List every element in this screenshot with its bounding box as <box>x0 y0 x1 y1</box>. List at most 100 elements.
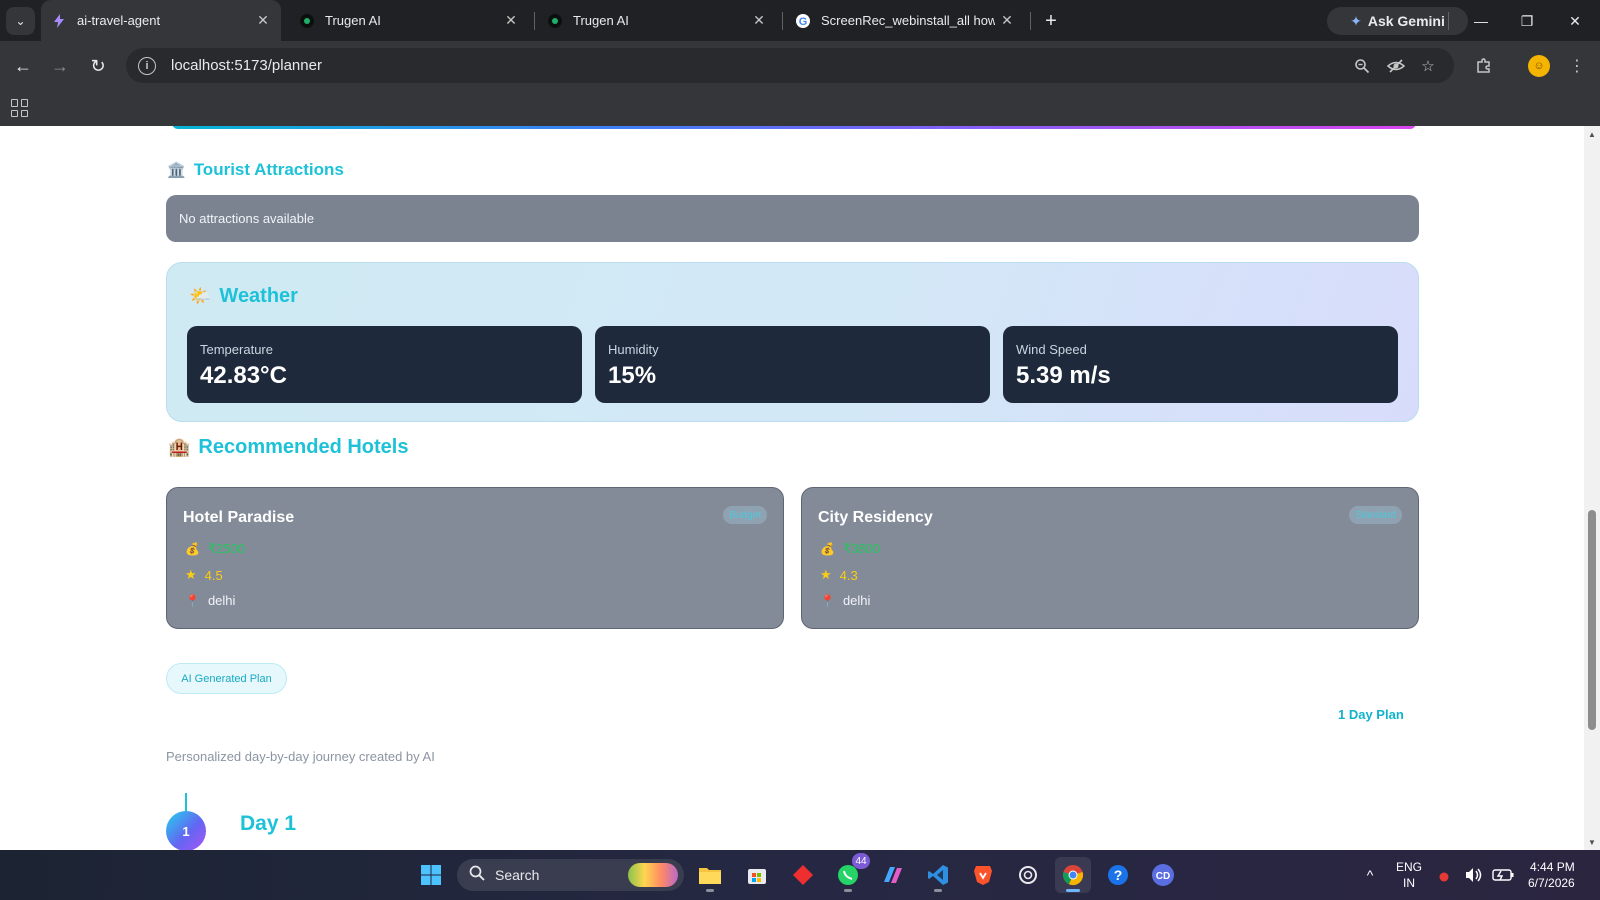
attractions-empty-box: No attractions available <box>166 195 1419 242</box>
profile-avatar[interactable]: ☺ <box>1528 55 1550 77</box>
tab-separator <box>534 12 535 30</box>
scroll-up-arrow-icon[interactable]: ▲ <box>1587 129 1597 139</box>
close-tab-icon[interactable]: ✕ <box>995 12 1019 29</box>
trugen-icon <box>547 13 563 29</box>
apps-grid-icon[interactable] <box>11 99 29 117</box>
hotel-rating: 4.3 <box>839 567 858 583</box>
temperature-value: 42.83°C <box>200 362 287 389</box>
museum-icon: 🏛️ <box>167 162 186 179</box>
star-icon: ★ <box>820 567 832 582</box>
chatgpt-icon[interactable] <box>1010 857 1046 893</box>
hotel-location: delhi <box>842 593 871 608</box>
language-code: ENG <box>1396 860 1423 874</box>
money-bag-icon: 💰 <box>820 542 835 556</box>
day-plan-count: 1 Day Plan <box>1338 707 1404 722</box>
humidity-card: Humidity 15% <box>595 326 990 403</box>
money-bag-icon: 💰 <box>185 542 200 556</box>
language-indicator[interactable]: ENG IN <box>1396 859 1422 891</box>
hotel-price: ₹3800 <box>842 541 881 556</box>
hotels-title: Recommended Hotels <box>198 436 409 458</box>
svg-text:G: G <box>799 16 808 28</box>
hotel-rating: 4.5 <box>204 567 223 583</box>
vscode-icon[interactable] <box>920 857 956 893</box>
extensions-puzzle-icon[interactable] <box>1469 51 1499 81</box>
hotel-rating-row: ★ 4.5 <box>185 567 223 583</box>
bookmark-bar <box>0 91 1600 126</box>
address-bar[interactable]: i localhost:5173/planner ☆ <box>126 48 1454 83</box>
google-icon: G <box>795 13 811 29</box>
whatsapp-unread-badge: 44 <box>852 853 870 869</box>
humidity-label: Humidity <box>608 342 659 357</box>
tab-title: Trugen AI <box>573 13 629 28</box>
cd-app-icon[interactable]: CD <box>1145 857 1181 893</box>
windows-start-icon[interactable] <box>413 857 449 893</box>
zoom-icon[interactable] <box>1352 56 1372 76</box>
hotel-price-row: 💰 ₹2500 <box>185 541 245 557</box>
system-clock[interactable]: 4:44 PM 6/7/2026 <box>1528 859 1575 891</box>
weather-heading: 🌤️ Weather <box>189 285 298 308</box>
page-scrollbar[interactable]: ▲ ▼ <box>1584 126 1600 850</box>
tab-search-chevron-icon[interactable]: ⌄ <box>6 7 35 35</box>
hotel-card-paradise[interactable]: Hotel Paradise Budget 💰 ₹2500 ★ 4.5 📍 de… <box>166 487 784 629</box>
forward-arrow-icon[interactable]: → <box>45 51 75 81</box>
hotel-location: delhi <box>207 593 236 608</box>
hotel-category-badge: Budget <box>723 506 767 524</box>
hotel-icon: 🏨 <box>168 437 191 457</box>
region-code: IN <box>1403 876 1415 890</box>
weather-title: Weather <box>219 285 298 307</box>
tab-title: ai-travel-agent <box>77 13 161 28</box>
brave-browser-icon[interactable] <box>965 857 1001 893</box>
tab-screenrec[interactable]: G ScreenRec_webinstall_all how to ✕ <box>785 0 1025 41</box>
star-icon: ★ <box>185 567 197 582</box>
tab-title: ScreenRec_webinstall_all how to <box>821 13 995 28</box>
copilot-icon[interactable] <box>875 857 911 893</box>
search-highlight-image <box>628 863 678 887</box>
close-tab-icon[interactable]: ✕ <box>251 12 275 29</box>
taskbar-search-box[interactable]: Search <box>457 859 684 891</box>
whatsapp-icon[interactable]: 44 <box>830 853 870 893</box>
eye-off-icon[interactable] <box>1386 56 1406 76</box>
anydesk-icon[interactable] <box>785 857 821 893</box>
site-info-icon[interactable]: i <box>138 56 156 75</box>
scroll-down-arrow-icon[interactable]: ▼ <box>1587 837 1597 847</box>
close-window-icon[interactable]: ✕ <box>1560 8 1590 34</box>
tab-ai-travel-agent[interactable]: ai-travel-agent ✕ <box>41 0 281 41</box>
microsoft-store-icon[interactable] <box>739 857 775 893</box>
tab-trugen-ai-2[interactable]: Trugen AI ✕ <box>537 0 777 41</box>
close-tab-icon[interactable]: ✕ <box>499 12 523 29</box>
new-tab-plus-icon[interactable]: + <box>1038 8 1064 34</box>
windows-taskbar: Search 44 ? CD ^ ENG IN 4:44 PM 6/7/2026 <box>0 850 1600 900</box>
menu-kebab-icon[interactable]: ⋮ <box>1562 51 1592 81</box>
help-question-icon[interactable]: ? <box>1100 857 1136 893</box>
tab-trugen-ai-1[interactable]: Trugen AI ✕ <box>289 0 529 41</box>
recording-dot-icon[interactable] <box>1432 857 1456 893</box>
clock-time: 4:44 PM <box>1530 860 1575 874</box>
location-pin-icon: 📍 <box>185 593 200 608</box>
hotel-card-city-residency[interactable]: City Residency Standard 💰 ₹3800 ★ 4.3 📍 … <box>801 487 1419 629</box>
reload-icon[interactable]: ↻ <box>83 51 113 81</box>
svg-text:CD: CD <box>1156 871 1170 882</box>
bookmark-star-icon[interactable]: ☆ <box>1418 56 1438 76</box>
hotel-name: Hotel Paradise <box>183 509 295 526</box>
sun-cloud-icon: 🌤️ <box>189 286 212 306</box>
gradient-divider <box>172 126 1416 129</box>
search-icon <box>469 865 485 885</box>
hotels-heading: 🏨 Recommended Hotels <box>168 436 408 459</box>
gemini-sparkle-icon: ✦ <box>1350 12 1362 29</box>
restore-icon[interactable]: ❐ <box>1512 8 1542 34</box>
hotel-location-row: 📍 delhi <box>820 593 870 608</box>
bolt-icon <box>51 13 67 29</box>
volume-icon[interactable] <box>1462 857 1486 893</box>
tray-overflow-chevron-icon[interactable]: ^ <box>1352 857 1388 893</box>
back-arrow-icon[interactable]: ← <box>8 51 38 81</box>
scrollbar-thumb[interactable] <box>1588 510 1596 730</box>
chrome-icon[interactable] <box>1055 857 1091 893</box>
file-explorer-icon[interactable] <box>692 857 728 893</box>
temperature-card: Temperature 42.83°C <box>187 326 582 403</box>
close-tab-icon[interactable]: ✕ <box>747 12 771 29</box>
ask-gemini-button[interactable]: ✦ Ask Gemini <box>1327 7 1468 35</box>
hotel-location-row: 📍 delhi <box>185 593 235 608</box>
ask-gemini-label: Ask Gemini <box>1367 13 1445 29</box>
minimize-icon[interactable]: — <box>1466 8 1496 34</box>
battery-icon[interactable] <box>1490 857 1516 893</box>
